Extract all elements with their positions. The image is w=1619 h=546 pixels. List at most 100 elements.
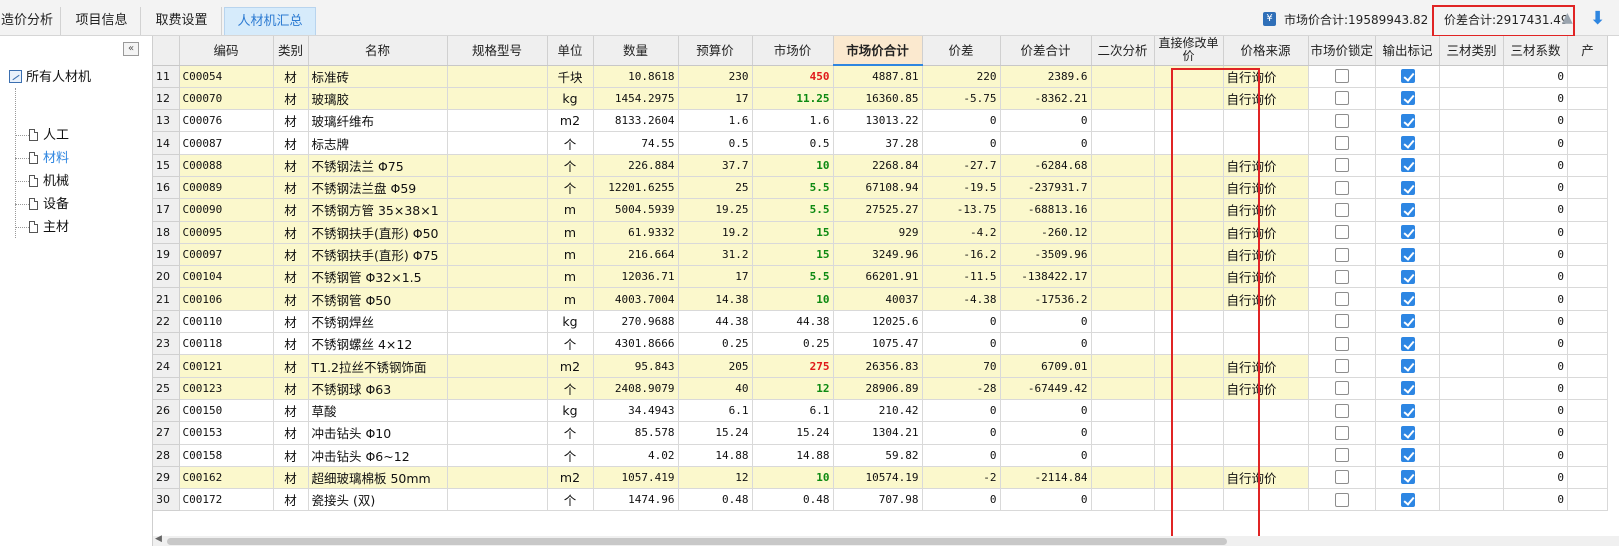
item-market-total[interactable]: 1304.21 xyxy=(833,421,923,445)
item-budget-price[interactable]: 230 xyxy=(678,65,753,88)
collapse-panel-button[interactable]: « xyxy=(123,42,139,56)
item-name[interactable]: 不锈钢扶手(直形) Φ75 xyxy=(308,243,448,267)
item-market-price[interactable]: 11.25 xyxy=(752,87,834,111)
item-direct-edit-price[interactable] xyxy=(1154,354,1224,378)
item-quantity[interactable]: 10.8618 xyxy=(593,65,679,88)
item-direct-edit-price[interactable] xyxy=(1154,399,1224,423)
item-output-mark[interactable] xyxy=(1375,176,1441,200)
item-three-material-coef[interactable]: 0 xyxy=(1503,466,1569,490)
item-market-lock[interactable] xyxy=(1308,154,1377,177)
item-unit[interactable]: 个 xyxy=(547,332,594,356)
item-market-lock[interactable] xyxy=(1308,87,1377,111)
item-price-diff[interactable]: 0 xyxy=(922,310,1001,334)
item-three-material-type[interactable] xyxy=(1439,287,1505,311)
table-row[interactable]: 14 C00087 材标志牌个 74.55 0.5 0.5 37.28 0 0 0 xyxy=(153,131,1609,155)
output-mark-checkbox[interactable] xyxy=(1400,269,1415,284)
item-extra[interactable] xyxy=(1567,176,1609,200)
item-market-total[interactable]: 707.98 xyxy=(833,488,923,512)
output-mark-checkbox[interactable] xyxy=(1400,359,1415,373)
item-quantity[interactable]: 8133.2604 xyxy=(593,109,679,133)
output-mark-checkbox[interactable] xyxy=(1400,91,1415,106)
item-secondary-analysis[interactable] xyxy=(1091,287,1155,311)
output-mark-checkbox[interactable] xyxy=(1400,225,1415,240)
item-market-lock[interactable] xyxy=(1308,444,1377,467)
item-extra[interactable] xyxy=(1567,109,1609,133)
item-budget-price[interactable]: 6.1 xyxy=(678,399,753,423)
item-diff-total[interactable]: 0 xyxy=(1000,310,1092,334)
item-quantity[interactable]: 2408.9079 xyxy=(593,377,679,400)
item-price-source[interactable]: 自行询价 xyxy=(1223,354,1309,378)
tree-item-material[interactable]: 材料 xyxy=(15,150,69,168)
output-mark-checkbox[interactable] xyxy=(1400,158,1415,173)
item-budget-price[interactable]: 12 xyxy=(678,466,753,490)
item-unit[interactable]: 个 xyxy=(547,176,594,200)
item-three-material-coef[interactable]: 0 xyxy=(1503,421,1569,445)
item-category[interactable]: 材 xyxy=(273,65,309,88)
item-price-source[interactable] xyxy=(1223,332,1309,356)
item-quantity[interactable]: 95.843 xyxy=(593,354,679,378)
table-row[interactable]: 12 C00070 材玻璃胶 kg 1454.2975 17 11.25 16360.85 -5… xyxy=(153,87,1609,111)
table-row[interactable]: 28 C00158 材冲击钻头 Φ6~12 个 4.02 14.88 14.88 59.82 0… xyxy=(153,444,1609,467)
item-output-mark[interactable] xyxy=(1375,109,1441,133)
item-output-mark[interactable] xyxy=(1375,221,1441,244)
item-unit[interactable]: m xyxy=(547,265,594,289)
item-quantity[interactable]: 4.02 xyxy=(593,444,679,467)
item-market-lock[interactable] xyxy=(1308,243,1377,267)
item-secondary-analysis[interactable] xyxy=(1091,265,1155,289)
market-lock-checkbox[interactable] xyxy=(1334,381,1349,396)
item-diff-total[interactable]: 0 xyxy=(1000,109,1092,133)
item-output-mark[interactable] xyxy=(1375,265,1441,289)
item-unit[interactable]: 个 xyxy=(547,421,594,445)
item-three-material-type[interactable] xyxy=(1439,65,1505,88)
item-output-mark[interactable] xyxy=(1375,354,1441,378)
item-three-material-coef[interactable]: 0 xyxy=(1503,265,1569,289)
item-diff-total[interactable]: 0 xyxy=(1000,332,1092,356)
item-diff-total[interactable]: -2114.84 xyxy=(1000,466,1092,490)
item-quantity[interactable]: 1057.419 xyxy=(593,466,679,490)
item-price-diff[interactable]: 0 xyxy=(922,444,1001,467)
item-market-lock[interactable] xyxy=(1308,287,1377,311)
item-three-material-coef[interactable]: 0 xyxy=(1503,131,1569,155)
item-name[interactable]: 冲击钻头 Φ10 xyxy=(308,421,448,445)
item-code[interactable]: C00158 xyxy=(179,444,274,467)
item-direct-edit-price[interactable] xyxy=(1154,421,1224,445)
column-header[interactable]: 单位 xyxy=(547,36,594,66)
item-market-total[interactable]: 27525.27 xyxy=(833,198,923,222)
item-direct-edit-price[interactable] xyxy=(1154,488,1224,512)
item-extra[interactable] xyxy=(1567,421,1609,445)
item-budget-price[interactable]: 0.48 xyxy=(678,488,753,512)
arrow-down-icon[interactable]: ⬇ xyxy=(1590,8,1605,29)
item-three-material-coef[interactable]: 0 xyxy=(1503,488,1569,512)
item-three-material-type[interactable] xyxy=(1439,444,1505,467)
item-unit[interactable]: 个 xyxy=(547,444,594,467)
item-category[interactable]: 材 xyxy=(273,87,309,111)
item-output-mark[interactable] xyxy=(1375,444,1441,467)
item-name[interactable]: 玻璃胶 xyxy=(308,87,448,111)
item-three-material-type[interactable] xyxy=(1439,221,1505,244)
item-diff-total[interactable]: 2389.6 xyxy=(1000,65,1092,88)
item-name[interactable]: T1.2拉丝不锈钢饰面 xyxy=(308,354,448,378)
item-budget-price[interactable]: 15.24 xyxy=(678,421,753,445)
item-market-price[interactable]: 1.6 xyxy=(752,109,834,133)
item-price-source[interactable]: 自行询价 xyxy=(1223,265,1309,289)
output-mark-checkbox[interactable] xyxy=(1400,381,1415,396)
item-code[interactable]: C00090 xyxy=(179,198,274,222)
item-price-diff[interactable]: 70 xyxy=(922,354,1001,378)
table-row[interactable]: 15 C00088 材不锈钢法兰 Φ75 个 226.884 37.7 10 2268.84-… xyxy=(153,154,1609,177)
column-header[interactable]: 编码 xyxy=(179,36,274,66)
item-market-total[interactable]: 28906.89 xyxy=(833,377,923,400)
tab-labor-material-summary[interactable]: 人材机汇总 xyxy=(224,7,316,35)
item-secondary-analysis[interactable] xyxy=(1091,444,1155,467)
item-output-mark[interactable] xyxy=(1375,399,1441,423)
item-code[interactable]: C00150 xyxy=(179,399,274,423)
item-three-material-type[interactable] xyxy=(1439,265,1505,289)
item-category[interactable]: 材 xyxy=(273,377,309,400)
item-extra[interactable] xyxy=(1567,243,1609,267)
table-row[interactable]: 27 C00153 材冲击钻头 Φ10 个 85.578 15.24 15.24 1304.2… xyxy=(153,421,1609,445)
item-diff-total[interactable]: -17536.2 xyxy=(1000,287,1092,311)
item-name[interactable]: 冲击钻头 Φ6~12 xyxy=(308,444,448,467)
item-price-diff[interactable]: -27.7 xyxy=(922,154,1001,177)
item-category[interactable]: 材 xyxy=(273,154,309,177)
item-quantity[interactable]: 5004.5939 xyxy=(593,198,679,222)
item-budget-price[interactable]: 44.38 xyxy=(678,310,753,334)
